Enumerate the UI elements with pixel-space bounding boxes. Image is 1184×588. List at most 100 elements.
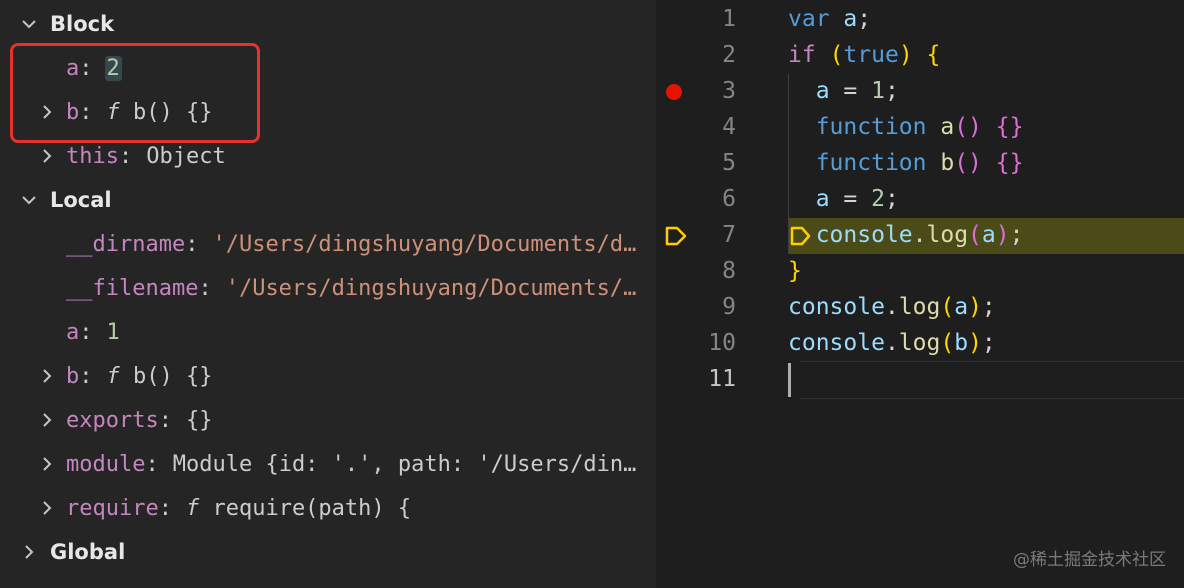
code-token: ;	[1009, 222, 1024, 248]
variable-value: Object	[146, 143, 226, 169]
variable-key: __dirname	[66, 231, 186, 257]
variable-row-local-a[interactable]: a: 1	[0, 310, 656, 354]
code-lines[interactable]: 1 var a; 2 if (true) {3 a = 1; 4 function a(…	[656, 0, 1184, 588]
code-token: .	[884, 294, 899, 320]
variable-value: require(path) {	[212, 495, 412, 521]
chevron-down-icon[interactable]	[18, 13, 40, 35]
code-token: {	[926, 42, 941, 68]
code-token: console	[815, 222, 913, 248]
scope-title: Block	[50, 12, 115, 36]
line-number: 9	[722, 294, 736, 320]
chevron-right-icon[interactable]	[36, 453, 58, 475]
code-text: a = 1;	[788, 78, 899, 104]
code-token: a	[843, 6, 858, 32]
code-token: )	[968, 294, 982, 320]
line-number: 10	[708, 330, 736, 356]
variable-value: '/Users/dingshuyang/Documents/d…	[225, 275, 648, 301]
line-number: 2	[722, 42, 736, 68]
line-number: 4	[722, 114, 736, 140]
variable-row-local-b[interactable]: b: f b() {}	[0, 354, 656, 398]
code-token: )	[995, 222, 1010, 248]
line-number: 11	[708, 366, 736, 392]
code-token: log	[898, 294, 941, 320]
code-line[interactable]: 2 if (true) {	[656, 38, 1184, 74]
line-number: 6	[722, 186, 736, 212]
variable-row-dirname[interactable]: __dirname: '/Users/dingshuyang/Documents…	[0, 222, 648, 266]
code-text: var a;	[788, 6, 871, 32]
code-line[interactable]: 9 console.log(a);	[656, 290, 1184, 326]
code-token: b	[940, 150, 955, 176]
chevron-right-icon[interactable]	[36, 145, 58, 167]
code-line[interactable]: 10 console.log(b);	[656, 326, 1184, 362]
code-token: {}	[995, 114, 1024, 140]
code-token: )	[968, 330, 982, 356]
code-token: console	[788, 330, 885, 356]
code-text: console.log(b);	[788, 330, 996, 356]
variable-row-filename[interactable]: __filename: '/Users/dingshuyang/Document…	[0, 266, 648, 310]
scope-title: Global	[50, 540, 126, 564]
code-token: ()	[954, 150, 982, 176]
variable-row-exports[interactable]: exports: {}	[0, 398, 656, 442]
code-token: (	[940, 330, 955, 356]
chevron-right-icon[interactable]	[36, 497, 58, 519]
code-line[interactable]: 6 a = 2;	[656, 182, 1184, 218]
variable-row-require[interactable]: require: f require(path) {	[0, 486, 656, 530]
scope-local-header[interactable]: Local	[0, 178, 656, 222]
code-token: {}	[995, 150, 1024, 176]
code-token: ;	[884, 78, 899, 104]
code-token: =	[829, 186, 872, 212]
variable-row-module[interactable]: module: Module {id: '.', path: '/Users/d…	[0, 442, 648, 486]
code-line[interactable]: 8}	[656, 254, 1184, 290]
code-token: function	[815, 150, 927, 176]
code-line[interactable]: 11	[656, 362, 1184, 398]
breakpoint-icon[interactable]	[666, 84, 682, 100]
code-token: )	[898, 42, 913, 68]
code-token: a	[815, 78, 830, 104]
code-token: if	[788, 42, 816, 68]
code-line[interactable]: 1 var a;	[656, 2, 1184, 38]
code-token: log	[898, 330, 941, 356]
code-token: log	[926, 222, 969, 248]
chevron-right-icon[interactable]	[36, 365, 58, 387]
code-token: (	[829, 42, 844, 68]
scope-global-header[interactable]: Global	[0, 530, 656, 574]
code-token: =	[829, 78, 872, 104]
code-token: a	[940, 114, 955, 140]
code-text: a = 2;	[788, 186, 899, 212]
code-token: console	[788, 294, 885, 320]
code-text: if (true) {	[788, 42, 940, 68]
code-token: var	[788, 6, 830, 32]
code-token: a	[954, 294, 969, 320]
code-token: ;	[884, 186, 899, 212]
code-line[interactable]: 4 function a() {}	[656, 110, 1184, 146]
variable-key: b	[66, 363, 80, 389]
watermark: @稀土掘金技术社区	[1013, 550, 1166, 570]
scope-title: Local	[50, 188, 112, 212]
variables-panel: Block a: 2 b: f b() {} this: Object Loca…	[0, 0, 656, 588]
code-token: a	[815, 186, 830, 212]
function-symbol: f	[185, 495, 200, 521]
variable-value: '/Users/dingshuyang/Documents/de…	[212, 231, 648, 257]
variable-key: exports	[66, 407, 159, 433]
code-line[interactable]: 7 console.log(a);	[656, 218, 1184, 254]
line-number: 8	[722, 258, 736, 284]
variable-value: Module {id: '.', path: '/Users/ding…	[172, 451, 648, 477]
line-number: 1	[722, 6, 736, 32]
scope-block-header[interactable]: Block	[0, 2, 656, 46]
chevron-down-icon[interactable]	[18, 189, 40, 211]
line-number: 7	[722, 222, 736, 248]
chevron-right-icon[interactable]	[18, 541, 40, 563]
chevron-right-icon[interactable]	[36, 409, 58, 431]
code-line[interactable]: 3 a = 1;	[656, 74, 1184, 110]
code-line[interactable]: 5 function b() {}	[656, 146, 1184, 182]
variable-key: require	[66, 495, 159, 521]
